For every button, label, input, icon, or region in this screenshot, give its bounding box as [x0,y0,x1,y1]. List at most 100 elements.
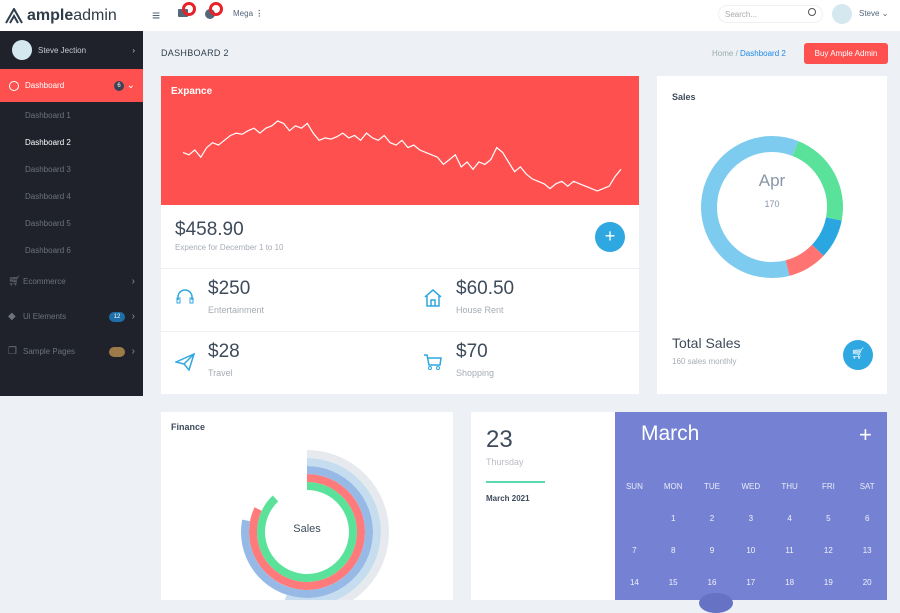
calendar-month: March [641,422,700,445]
sales-title: Sales [672,92,696,102]
home-icon [424,289,442,307]
sidebar-subitem-dashboard-1[interactable]: Dashboard 1 [0,102,143,129]
cart-button[interactable]: 🛒︎ [843,340,873,370]
sidebar-item-dashboard[interactable]: Dashboard 6 ⌄ [0,69,143,102]
logo[interactable]: ampleadmin [0,0,143,31]
user-menu[interactable]: Steve ⌄ [859,9,888,18]
mega-menu[interactable]: Mega ⋮ [233,9,263,18]
breadcrumb-home[interactable]: Home [712,49,733,58]
notification-ring [182,2,196,16]
weekday-label: SUN [625,481,643,491]
sidebar-subitem-dashboard-3[interactable]: Dashboard 3 [0,156,143,183]
weekday-label: SAT [859,481,875,491]
sidebar-item-ecommerce[interactable]: 🛒︎ Ecommerce › [0,264,143,299]
sales-donut-chart [701,136,843,278]
sidebar-subitem-dashboard-2[interactable]: Dashboard 2 [0,129,143,156]
search-icon[interactable] [808,8,816,16]
calendar-day[interactable]: 13 [848,546,887,555]
dashboard-icon [9,80,19,91]
calendar-day[interactable]: 15 [654,578,693,587]
divider [161,331,639,332]
buy-button[interactable]: Buy Ample Admin [804,43,888,64]
breadcrumb-current: Dashboard 2 [740,49,786,58]
expense-amount: $60.50 [456,278,515,299]
add-event-button[interactable]: + [859,422,872,448]
chevron-down-icon: ⌄ [126,80,135,91]
dashboard-badge: 6 [114,80,124,91]
divider [161,268,639,269]
calendar-day[interactable]: 14 [615,578,654,587]
calendar-day[interactable]: 16 [693,578,732,587]
expense-total: $458.90 [175,219,244,240]
calendar-week: 7 8 9 10 11 12 13 [615,534,887,566]
calendar-week: 14 15 16 17 18 19 20 [615,566,887,598]
calendar-day[interactable]: 7 [615,546,654,555]
add-expense-button[interactable]: + [595,222,625,252]
calendar-day[interactable]: 12 [809,546,848,555]
logo-text-light: admin [73,6,117,24]
menu-toggle-icon[interactable]: ≡ [152,7,168,23]
calendar-day[interactable]: 17 [731,578,770,587]
calendar-day[interactable]: 2 [693,514,732,523]
weekday-label: TUE [703,481,720,491]
calendar-day[interactable]: 18 [770,578,809,587]
date-card: 23 Thursday March 2021 [471,412,615,600]
weekday-label: WED [741,481,761,491]
month-year: March 2021 [486,494,530,503]
expense-caption: Expence for December 1 to 10 [175,243,284,252]
logo-text-bold: ample [27,6,74,24]
breadcrumb: Home / Dashboard 2 [712,49,786,58]
calendar-day[interactable]: 6 [848,514,887,523]
sidebar-item-label: Dashboard [25,81,65,90]
expense-amount: $28 [208,341,240,362]
sidebar-subitem-dashboard-4[interactable]: Dashboard 4 [0,183,143,210]
calendar-day[interactable]: 4 [770,514,809,523]
logo-icon [5,7,23,23]
donut-segment [785,244,824,276]
mega-label: Mega [233,9,254,18]
calendar-day[interactable]: 9 [693,546,732,555]
expense-chart: Expance [161,76,639,205]
sidebar-item-label: Ui Elements [23,312,67,321]
calendar-day[interactable]: 3 [731,514,770,523]
calendar-week: 123456 [615,502,887,534]
sample-pages-badge [109,346,125,357]
expense-label: Travel [208,368,233,378]
calendar-weekdays: SUN MON TUE WED THU FRI SAT [615,470,887,502]
sidebar-item-ui-elements[interactable]: ◆ Ui Elements 12 › [0,299,143,334]
calendar-day[interactable]: 11 [770,546,809,555]
sidebar-subitem-dashboard-6[interactable]: Dashboard 6 [0,237,143,264]
profile-avatar [12,40,32,60]
calendar-day[interactable]: 19 [809,578,848,587]
messages-ring [209,2,223,16]
sidebar-subitem-dashboard-5[interactable]: Dashboard 5 [0,210,143,237]
sidebar-item-sample-pages[interactable]: ❐ Sample Pages › [0,334,143,369]
calendar-day[interactable]: 5 [809,514,848,523]
cart-icon: 🛒︎ [851,348,865,360]
chevron-down-icon: ⌄ [881,9,889,18]
chevron-right-icon: › [131,346,135,357]
expense-label: House Rent [456,305,504,315]
divider [486,481,545,483]
search-input[interactable]: Search... [718,5,823,23]
donut-center-value: 170 [764,199,780,209]
weekday: Thursday [486,457,524,467]
ui-elements-badge: 12 [109,311,125,322]
sidebar: Steve Jection › Dashboard 6 ⌄ Dashboard … [0,31,143,396]
chevron-right-icon: › [132,45,135,55]
chevron-right-icon: › [131,311,135,322]
total-sales-caption: 160 sales monthly [672,357,737,366]
user-avatar[interactable] [832,4,852,24]
expense-sparkline [182,120,622,192]
sales-card: Sales Apr 170 Total Sales 160 sales mont… [657,76,887,394]
sidebar-profile[interactable]: Steve Jection › [0,31,143,69]
expense-label: Entertainment [208,305,265,315]
calendar-day[interactable]: 10 [731,546,770,555]
donut-segment [811,217,842,256]
calendar-day[interactable]: 20 [848,578,887,587]
cart-icon [424,354,442,370]
calendar-day[interactable]: 8 [654,546,693,555]
copy-icon: ❐ [8,345,17,357]
more-vert-icon: ⋮ [255,9,264,18]
calendar-day[interactable]: 1 [654,514,693,523]
